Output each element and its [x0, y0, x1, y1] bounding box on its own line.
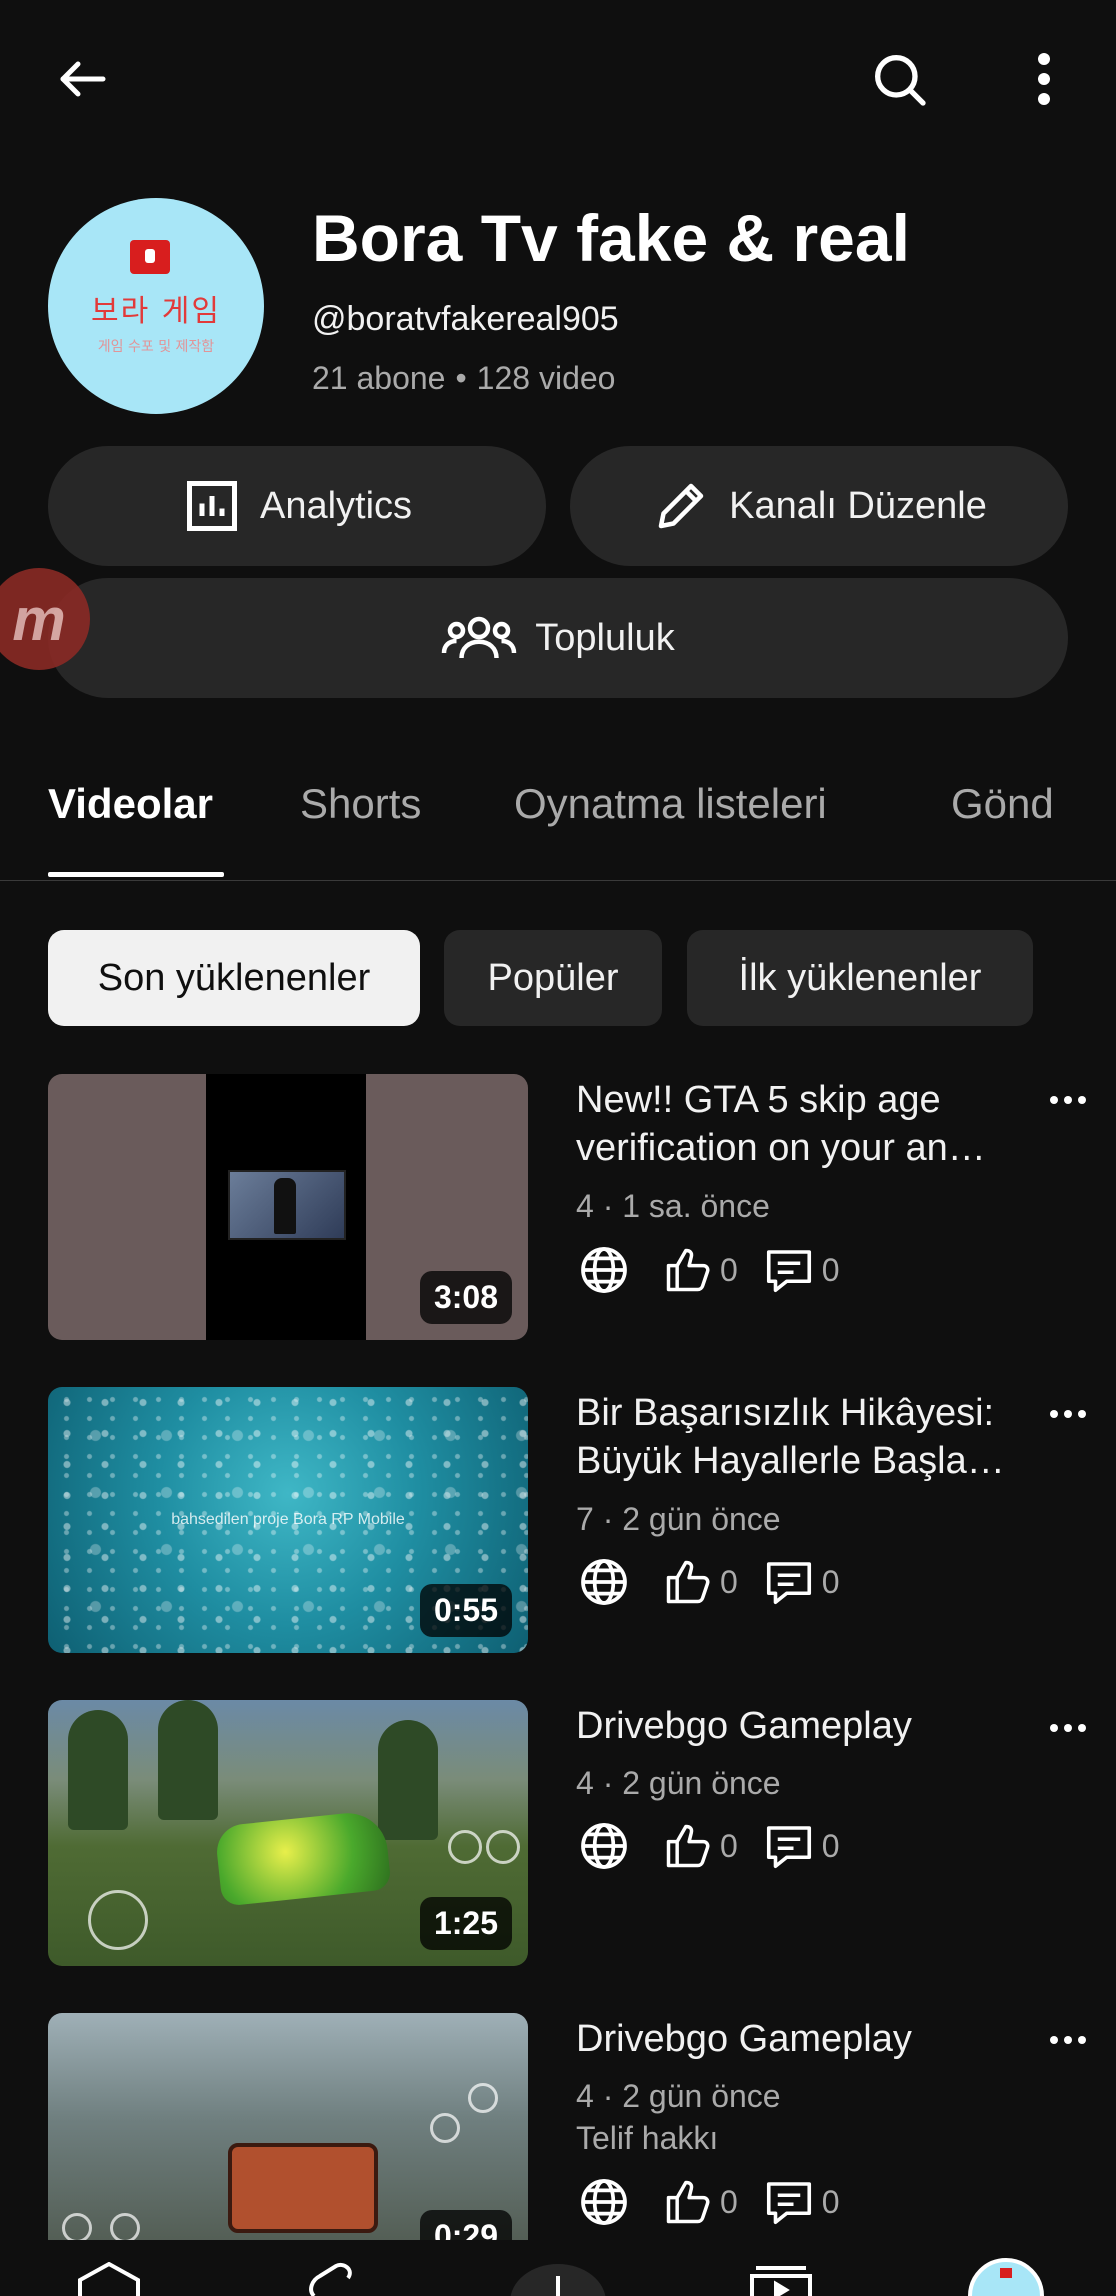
video-meta: 4 · 2 gün önce: [576, 2078, 781, 2114]
nav-shorts-icon[interactable]: [302, 2262, 362, 2296]
thumb-up-icon: [662, 1556, 714, 1608]
like-count: 0: [720, 1563, 738, 1600]
chip-popular[interactable]: Popüler: [444, 930, 662, 1026]
more-horiz-icon: [1048, 1722, 1088, 1734]
video-duration: 0:55: [419, 1584, 512, 1637]
globe-icon: [576, 2174, 632, 2230]
community-label: Topluluk: [535, 616, 675, 659]
more-options-button[interactable]: [999, 34, 1089, 124]
video-meta: 7 · 2 gün önce: [576, 1501, 781, 1537]
people-icon: [441, 608, 517, 668]
arrow-left-icon: [53, 49, 113, 109]
nav-create-icon[interactable]: [508, 2262, 608, 2296]
chip-latest[interactable]: Son yüklenenler: [48, 930, 420, 1026]
avatar-title: 보라 게임: [91, 294, 221, 329]
video-meta: 4 · 1 sa. önce: [576, 1188, 770, 1224]
video-actions: 0 0: [576, 1240, 864, 1300]
thumb-up-icon: [662, 1820, 714, 1872]
comment-icon: [762, 1243, 816, 1297]
video-actions: 0 0: [576, 2172, 864, 2232]
active-tab-indicator: [48, 872, 224, 877]
video-duration: 3:08: [419, 1271, 512, 1324]
video-thumbnail[interactable]: 1:25: [48, 1700, 528, 1966]
video-title[interactable]: Drivebgo Gameplay: [576, 1702, 1036, 1750]
video-duration: 1:25: [419, 1897, 512, 1950]
more-horiz-icon: [1048, 2034, 1088, 2046]
video-title[interactable]: Drivebgo Gameplay: [576, 2015, 1036, 2063]
video-more-button[interactable]: [1040, 1700, 1096, 1756]
tab-posts-clip: Gönd: [940, 770, 1116, 850]
tab-playlists[interactable]: Oynatma listeleri: [514, 780, 827, 828]
globe-icon: [576, 1818, 632, 1874]
video-thumbnail[interactable]: bahsedilen proje Bora RP Mobile 0:55: [48, 1387, 528, 1653]
channel-handle: @boratvfakereal905: [312, 300, 619, 338]
pencil-icon: [651, 476, 711, 536]
avatar-flag-icon: [130, 240, 170, 274]
search-button[interactable]: [854, 34, 944, 124]
more-horiz-icon: [1048, 1094, 1088, 1106]
video-thumbnail[interactable]: 3:08: [48, 1074, 528, 1340]
nav-subscriptions-icon[interactable]: [746, 2262, 816, 2296]
tab-shorts[interactable]: Shorts: [300, 780, 421, 828]
video-actions: 0 0: [576, 1816, 864, 1876]
comment-icon: [762, 1819, 816, 1873]
globe-icon: [576, 1242, 632, 1298]
more-horiz-icon: [1048, 1408, 1088, 1420]
channel-avatar[interactable]: 보라 게임 게임 수포 및 제작함: [48, 198, 264, 414]
stats-separator: •: [455, 360, 467, 396]
back-button[interactable]: [38, 34, 128, 124]
edit-channel-button[interactable]: Kanalı Düzenle: [570, 446, 1068, 566]
analytics-label: Analytics: [259, 484, 413, 527]
comment-count: 0: [821, 1827, 840, 1864]
nav-you-avatar[interactable]: [968, 2258, 1044, 2296]
channel-name: Bora Tv fake & real: [312, 201, 910, 275]
chip-oldest[interactable]: İlk yüklenenler: [687, 930, 1033, 1026]
comment-icon: [762, 2175, 816, 2229]
tabs-divider: [0, 880, 1116, 881]
avatar-subtitle: 게임 수포 및 제작함: [97, 339, 215, 355]
copyright-notice: Telif hakkı: [576, 2120, 719, 2156]
globe-icon: [576, 1554, 632, 1610]
video-title[interactable]: Bir Başarısızlık Hikâyesi: Büyük Hayalle…: [576, 1389, 1036, 1485]
thumb-up-icon: [662, 2176, 714, 2228]
video-meta: 4 · 2 gün önce: [576, 1765, 781, 1801]
video-title[interactable]: New!! GTA 5 skip age verification on you…: [576, 1076, 1036, 1172]
nav-home-icon[interactable]: [74, 2261, 144, 2296]
comment-count: 0: [821, 1563, 840, 1600]
comment-count: 0: [821, 2183, 840, 2220]
video-more-button[interactable]: [1040, 2012, 1096, 2068]
video-more-button[interactable]: [1040, 1386, 1096, 1442]
subscriber-count: 21 abone: [312, 360, 446, 396]
like-count: 0: [720, 1827, 738, 1864]
analytics-button[interactable]: Analytics: [48, 446, 546, 566]
edit-channel-label: Kanalı Düzenle: [729, 484, 987, 527]
video-count: 128 video: [476, 360, 616, 396]
search-icon: [867, 47, 931, 111]
tab-posts[interactable]: Gönd: [951, 780, 1116, 828]
like-count: 0: [720, 2183, 738, 2220]
community-button[interactable]: Topluluk: [48, 578, 1068, 698]
tab-videos[interactable]: Videolar: [48, 780, 213, 828]
thumbnail-watermark: bahsedilen proje Bora RP Mobile: [171, 1511, 405, 1528]
thumb-up-icon: [662, 1244, 714, 1296]
like-count: 0: [720, 1251, 738, 1288]
video-more-button[interactable]: [1040, 1072, 1096, 1128]
video-actions: 0 0: [576, 1552, 864, 1612]
channel-stats: 21 abone • 128 video: [312, 360, 615, 397]
analytics-icon: [182, 476, 242, 536]
comment-count: 0: [821, 1251, 840, 1288]
more-vert-icon: [1024, 49, 1064, 109]
comment-icon: [762, 1555, 816, 1609]
